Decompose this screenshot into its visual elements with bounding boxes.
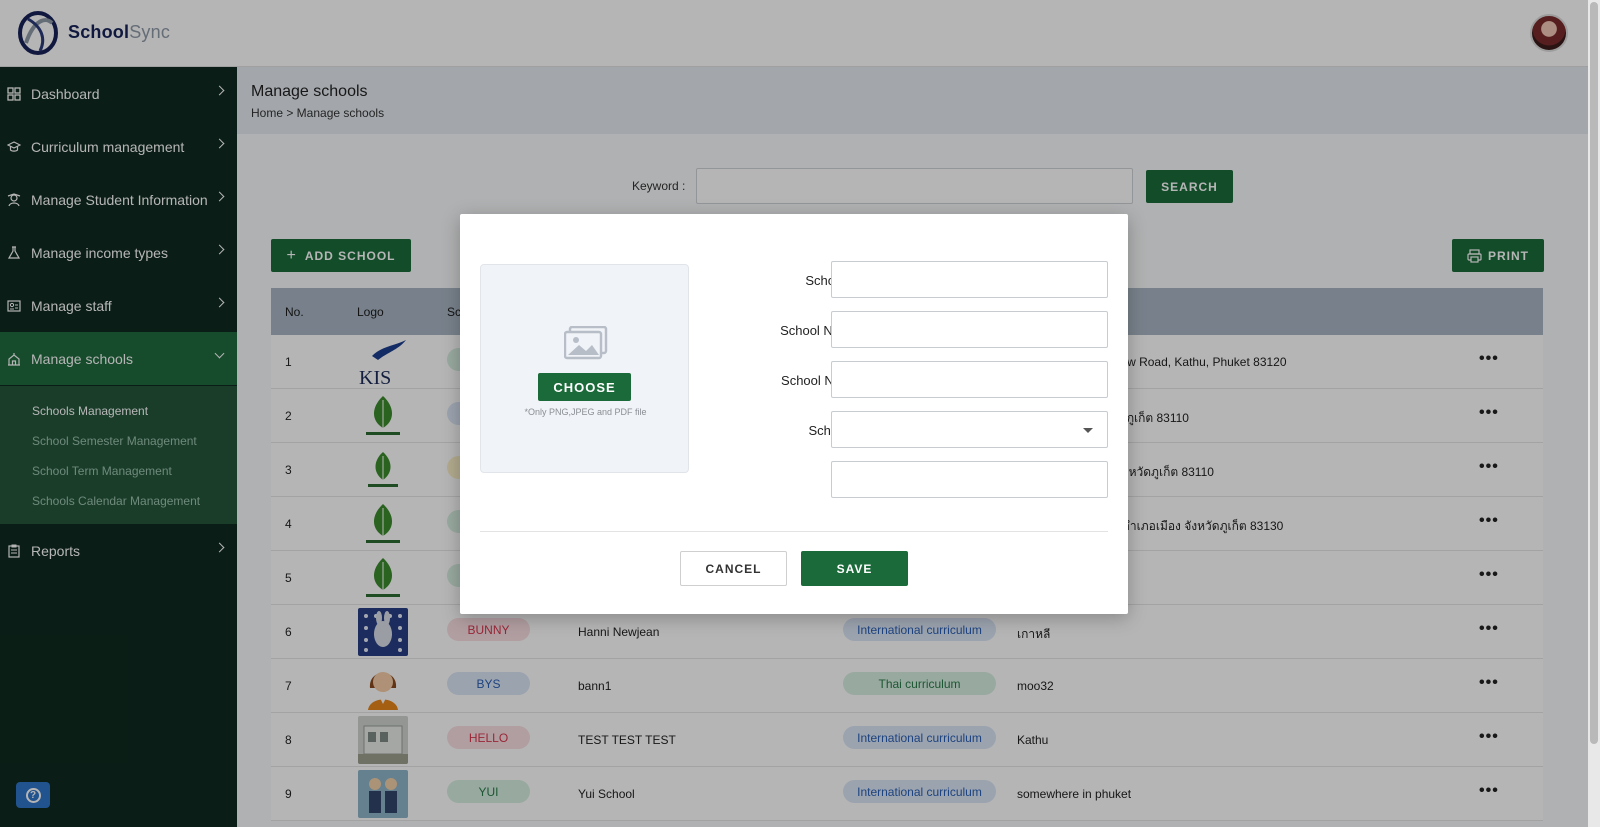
school-code-input[interactable] (831, 261, 1108, 298)
page-scrollbar[interactable] (1588, 0, 1600, 827)
location-input[interactable] (831, 461, 1108, 498)
logo-upload-dropzone[interactable]: CHOOSE *Only PNG,JPEG and PDF file (480, 264, 689, 473)
save-button[interactable]: SAVE (801, 551, 908, 586)
dialog-divider (480, 531, 1108, 532)
cancel-button[interactable]: CANCEL (680, 551, 787, 586)
school-type-select[interactable] (831, 411, 1108, 448)
image-placeholder-icon (564, 326, 608, 360)
school-name-th-input[interactable] (831, 361, 1108, 398)
choose-file-button[interactable]: CHOOSE (538, 373, 631, 401)
school-name-en-input[interactable] (831, 311, 1108, 348)
scrollbar-thumb[interactable] (1590, 2, 1598, 744)
add-school-dialog: CHOOSE *Only PNG,JPEG and PDF file Schoo… (460, 214, 1128, 614)
file-type-hint: *Only PNG,JPEG and PDF file (524, 407, 647, 417)
dropdown-caret-icon (1083, 428, 1093, 433)
